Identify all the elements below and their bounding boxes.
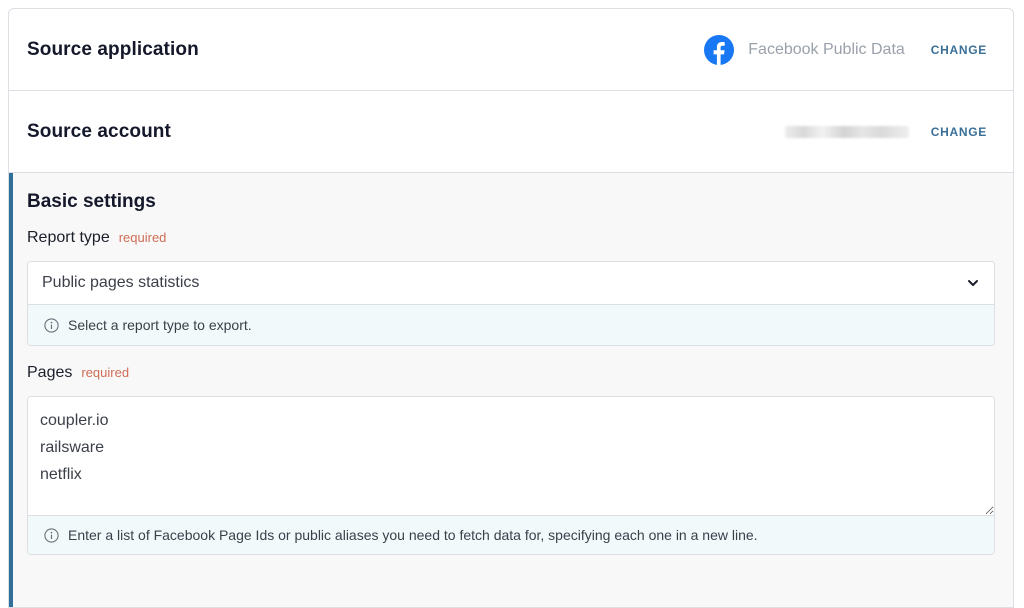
- info-icon: [44, 317, 59, 333]
- data-source-panel: Source application Facebook Public Data …: [8, 8, 1014, 608]
- facebook-icon: [704, 34, 735, 65]
- source-application-name: Facebook Public Data: [748, 40, 905, 58]
- redacted-account-name: [784, 125, 909, 138]
- change-source-account-button[interactable]: CHANGE: [931, 125, 987, 139]
- info-icon: [44, 527, 59, 543]
- report-type-selected-value: Public pages statistics: [42, 274, 200, 291]
- source-account-row: Source account CHANGE: [9, 91, 1013, 173]
- pages-hint: Enter a list of Facebook Page Ids or pub…: [28, 516, 994, 554]
- report-type-field: Public pages statistics Select a report …: [27, 261, 995, 346]
- report-type-hint: Select a report type to export.: [28, 305, 994, 345]
- source-account-title: Source account: [27, 120, 171, 142]
- source-application-title: Source application: [27, 38, 199, 60]
- report-type-hint-text: Select a report type to export.: [68, 317, 252, 333]
- report-type-label: Report type required: [27, 229, 995, 247]
- change-source-application-button[interactable]: CHANGE: [931, 43, 987, 57]
- source-application-row: Source application Facebook Public Data …: [9, 9, 1013, 91]
- basic-settings-section: Basic settings Report type required Publ…: [9, 173, 1013, 607]
- pages-label-text: Pages: [27, 364, 73, 381]
- source-application-info: Facebook Public Data CHANGE: [704, 34, 995, 65]
- pages-textarea[interactable]: coupler.io railsware netflix: [28, 397, 994, 516]
- report-type-required-badge: required: [118, 230, 167, 245]
- pages-field: coupler.io railsware netflix Enter a lis…: [27, 396, 995, 555]
- report-type-select[interactable]: Public pages statistics: [28, 262, 994, 305]
- basic-settings-title: Basic settings: [27, 191, 156, 212]
- pages-required-badge: required: [81, 365, 130, 380]
- source-account-info: CHANGE: [784, 125, 995, 139]
- pages-label: Pages required: [27, 364, 995, 382]
- pages-hint-text: Enter a list of Facebook Page Ids or pub…: [68, 527, 758, 543]
- chevron-down-icon: [966, 276, 980, 290]
- report-type-label-text: Report type: [27, 229, 110, 246]
